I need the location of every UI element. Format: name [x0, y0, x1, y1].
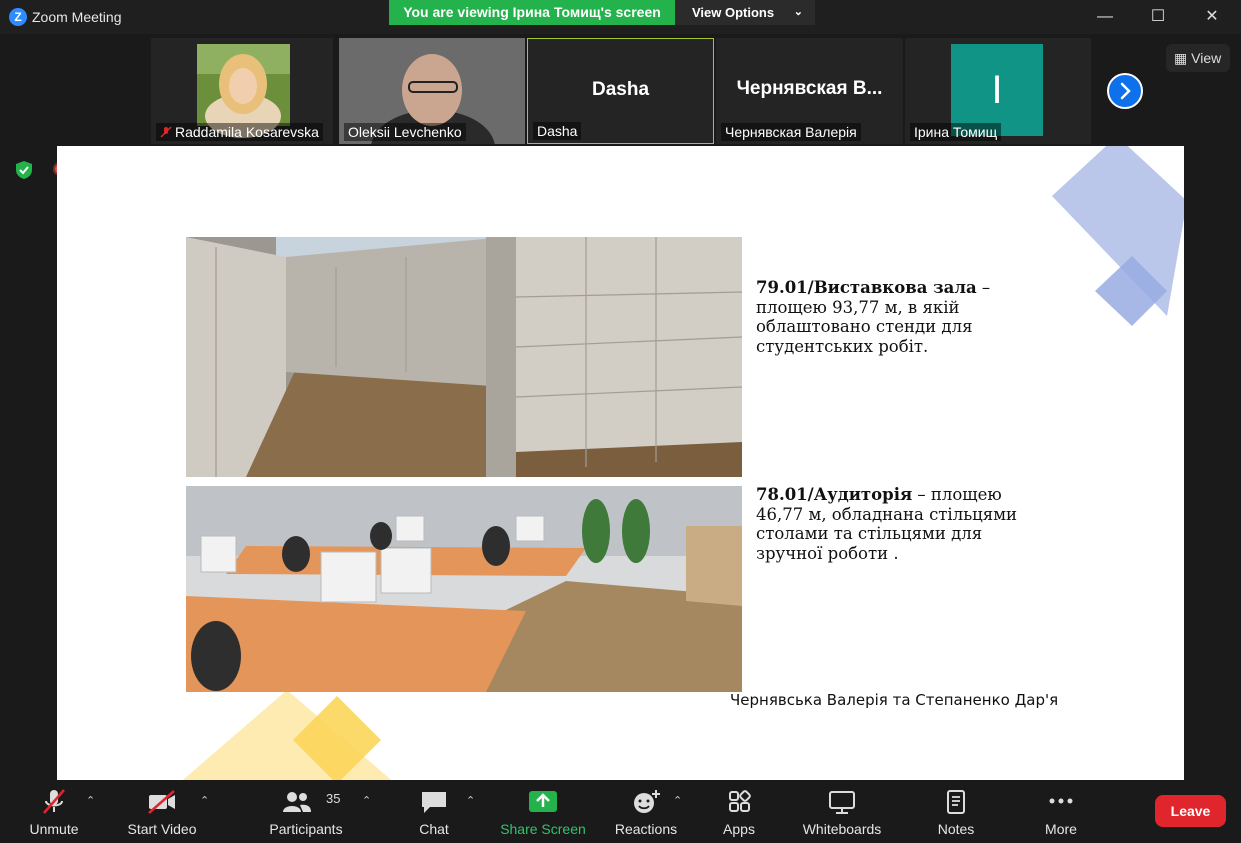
participant-name: Чернявская Валерія — [721, 123, 861, 141]
minimize-icon[interactable]: — — [1090, 5, 1120, 29]
maximize-icon[interactable]: ☐ — [1143, 5, 1173, 29]
participant-tile[interactable]: Чернявская В... Чернявская Валерія — [716, 38, 903, 144]
reactions-icon — [634, 790, 660, 813]
participant-name: Raddamila Kosarevska — [156, 123, 323, 141]
participants-label: Participants — [269, 821, 343, 837]
notes-label: Notes — [937, 821, 975, 837]
reactions-label: Reactions — [614, 821, 678, 837]
participant-name: Ірина Томищ — [910, 123, 1002, 141]
mic-muted-icon — [43, 789, 65, 814]
participants-count: 35 — [326, 791, 341, 806]
leave-button[interactable]: Leave — [1155, 795, 1226, 827]
auditorium-photo — [186, 486, 742, 692]
start-video-label: Start Video — [127, 821, 197, 837]
title-bar: Z Zoom Meeting You are viewing Ірина Том… — [0, 0, 1241, 34]
participant-display-name: Dasha — [591, 79, 650, 100]
unmute-button[interactable]: Unmute — [18, 780, 90, 843]
grid-icon: ▦ — [1174, 50, 1188, 66]
chat-options-caret-icon[interactable]: ⌃ — [466, 794, 475, 807]
chevron-right-icon — [1120, 82, 1131, 100]
share-screen-icon — [529, 791, 557, 812]
meeting-toolbar: Unmute ⌃ Start Video ⌃ 35 Participants ⌃ — [0, 780, 1241, 843]
security-shield-icon[interactable] — [14, 160, 34, 180]
chevron-down-icon: ⌄ — [793, 6, 803, 18]
participant-tile[interactable]: Raddamila Kosarevska — [151, 38, 333, 144]
close-icon[interactable]: ✕ — [1197, 5, 1227, 29]
whiteboard-icon — [829, 791, 855, 814]
participants-button[interactable]: 35 Participants — [262, 780, 350, 843]
room-description-exhibition: 79.01/Виставкова зала – площею 93,77 м, … — [756, 278, 991, 356]
zoom-window: Z Zoom Meeting You are viewing Ірина Том… — [0, 0, 1241, 843]
zoom-logo-icon: Z — [9, 8, 27, 26]
apps-icon — [729, 790, 751, 812]
whiteboards-label: Whiteboards — [802, 821, 882, 837]
video-off-icon — [148, 790, 175, 814]
share-screen-button[interactable]: Share Screen — [496, 780, 590, 843]
audio-options-caret-icon[interactable]: ⌃ — [86, 794, 95, 807]
more-dots-icon — [1049, 798, 1073, 804]
participant-tile-active[interactable]: Dasha Dasha — [527, 38, 714, 144]
participants-icon — [283, 792, 312, 812]
shared-screen: 79.01/Виставкова зала – площею 93,77 м, … — [57, 146, 1184, 780]
participant-tile[interactable]: Oleksii Levchenko — [339, 38, 525, 144]
reactions-options-caret-icon[interactable]: ⌃ — [673, 794, 682, 807]
next-page-button[interactable] — [1107, 73, 1143, 109]
chat-label: Chat — [419, 821, 449, 837]
slide-authors: Чернявська Валерія та Степаненко Дар'я — [730, 691, 1059, 709]
mic-muted-icon — [160, 126, 172, 138]
view-options-button[interactable]: View Options ⌄ — [675, 0, 815, 25]
participant-name: Dasha — [533, 122, 582, 140]
apps-button[interactable]: Apps — [712, 780, 766, 843]
decorative-diamonds — [1052, 146, 1184, 326]
decorative-diamonds — [182, 690, 392, 780]
window-title: Zoom Meeting — [32, 9, 122, 25]
apps-label: Apps — [723, 821, 755, 837]
chat-button[interactable]: Chat — [400, 780, 468, 843]
reactions-button[interactable]: Reactions — [608, 780, 684, 843]
participant-name: Oleksii Levchenko — [344, 123, 466, 141]
share-screen-label: Share Screen — [500, 821, 586, 837]
participant-tile[interactable]: І Ірина Томищ — [905, 38, 1091, 144]
view-label: View — [1191, 50, 1222, 66]
more-label: More — [1045, 821, 1077, 837]
more-button[interactable]: More — [1034, 780, 1088, 843]
view-options-label: View Options — [692, 5, 775, 20]
participants-options-caret-icon[interactable]: ⌃ — [362, 794, 371, 807]
chat-icon — [422, 792, 446, 813]
room-description-auditorium: 78.01/Аудиторія – площею 46,77 м, обладн… — [756, 485, 1018, 563]
video-options-caret-icon[interactable]: ⌃ — [200, 794, 209, 807]
notes-icon — [947, 790, 965, 814]
start-video-button[interactable]: Start Video — [118, 780, 206, 843]
view-layout-button[interactable]: ▦ View — [1166, 44, 1230, 72]
whiteboards-button[interactable]: Whiteboards — [796, 780, 888, 843]
unmute-label: Unmute — [29, 821, 79, 837]
viewing-banner: You are viewing Ірина Томищ's screen — [389, 0, 675, 25]
participant-display-name: Чернявская В... — [736, 78, 883, 99]
notes-button[interactable]: Notes — [928, 780, 984, 843]
exhibition-hall-photo — [186, 237, 742, 477]
